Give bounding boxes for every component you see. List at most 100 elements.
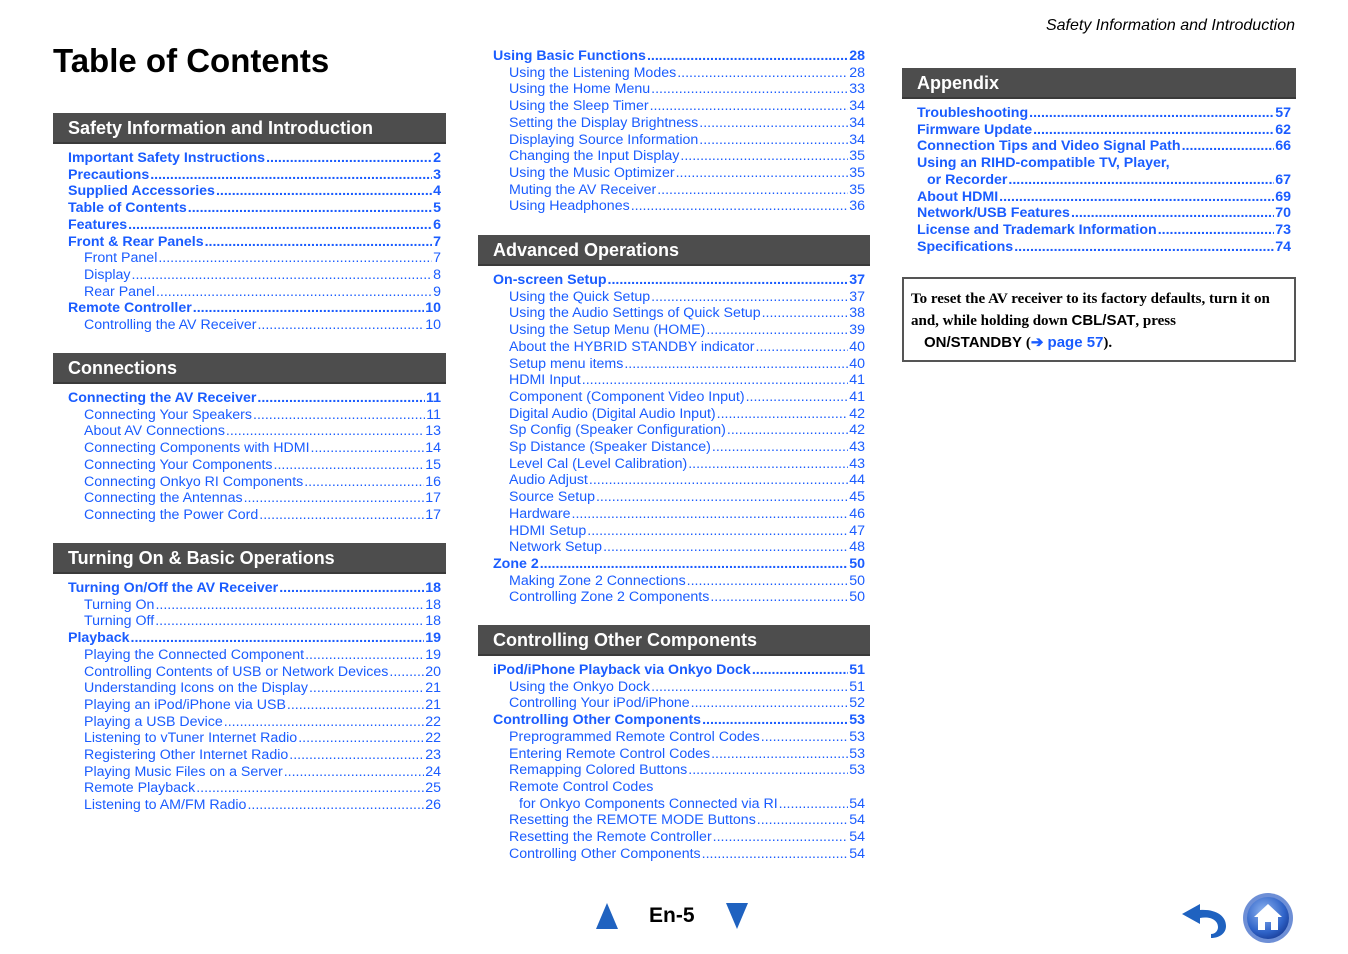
toc-entry[interactable]: Controlling the AV Receiver 10	[68, 317, 441, 334]
toc-entry[interactable]: Controlling Your iPod/iPhone 52	[493, 695, 865, 712]
triangle-up-icon[interactable]	[596, 903, 618, 929]
toc-entry[interactable]: Troubleshooting 57	[917, 105, 1291, 122]
toc-entry[interactable]: Connecting Your Speakers 11	[68, 407, 441, 424]
toc-entry[interactable]: Table of Contents 5	[68, 200, 441, 217]
toc-entry[interactable]: Connecting Your Components 15	[68, 457, 441, 474]
toc-entry[interactable]: Firmware Update 62	[917, 122, 1291, 139]
dot-leader	[304, 474, 424, 491]
toc-entry[interactable]: Precautions 3	[68, 167, 441, 184]
toc-entry[interactable]: Using the Onkyo Dock 51	[493, 679, 865, 696]
toc-entry[interactable]: Connecting the Antennas 17	[68, 490, 441, 507]
dot-leader	[752, 662, 848, 679]
toc-entry[interactable]: Muting the AV Receiver 35	[493, 182, 865, 199]
toc-entry[interactable]: Resetting the REMOTE MODE Buttons 54	[493, 812, 865, 829]
toc-entry[interactable]: Playing a USB Device 22	[68, 714, 441, 731]
toc-entry[interactable]: Hardware 46	[493, 506, 865, 523]
toc-entry[interactable]: Controlling Contents of USB or Network D…	[68, 664, 441, 681]
toc-entry[interactable]: Controlling Other Components 54	[493, 846, 865, 863]
toc-entry[interactable]: Using the Sleep Timer 34	[493, 98, 865, 115]
toc-entry[interactable]: Turning Off 18	[68, 613, 441, 630]
toc-entry[interactable]: Specifications 74	[917, 239, 1291, 256]
toc-entry[interactable]: iPod/iPhone Playback via Onkyo Dock 51	[493, 662, 865, 679]
toc-entry[interactable]: Playback 19	[68, 630, 441, 647]
toc-entry[interactable]: Using the Home Menu 33	[493, 81, 865, 98]
toc-entry[interactable]: Entering Remote Control Codes 53	[493, 746, 865, 763]
toc-entry[interactable]: Resetting the Remote Controller 54	[493, 829, 865, 846]
toc-entry-page: 74	[1275, 238, 1291, 255]
toc-entry[interactable]: About HDMI 69	[917, 189, 1291, 206]
toc-entry[interactable]: Supplied Accessories 4	[68, 183, 441, 200]
toc-entry[interactable]: Rear Panel 9	[68, 284, 441, 301]
toc-entry[interactable]: Using the Quick Setup 37	[493, 289, 865, 306]
toc-entry[interactable]: Component (Component Video Input) 41	[493, 389, 865, 406]
toc-entry-page: 54	[849, 812, 865, 829]
back-button[interactable]	[1180, 896, 1230, 938]
toc-entry[interactable]: Network/USB Features 70	[917, 205, 1291, 222]
dot-leader	[1033, 122, 1274, 139]
toc-entry[interactable]: Zone 2 50	[493, 556, 865, 573]
toc-entry-page: 22	[425, 713, 441, 730]
toc-entry[interactable]: Front Panel 7	[68, 250, 441, 267]
toc-entry[interactable]: Using an RIHD-compatible TV, Player,	[917, 155, 1291, 172]
toc-entry[interactable]: Making Zone 2 Connections 50	[493, 573, 865, 590]
triangle-down-icon[interactable]	[725, 903, 748, 929]
toc-entry[interactable]: Controlling Other Components 53	[493, 712, 865, 729]
toc-entry[interactable]: Setting the Display Brightness 34	[493, 115, 865, 132]
toc-entry[interactable]: Sp Config (Speaker Configuration) 42	[493, 422, 865, 439]
home-button[interactable]	[1242, 892, 1294, 944]
toc-entry[interactable]: Remote Control Codes	[493, 779, 865, 796]
toc-entry[interactable]: Network Setup 48	[493, 539, 865, 556]
toc-entry[interactable]: Setup menu items 40	[493, 356, 865, 373]
toc-entry[interactable]: On-screen Setup 37	[493, 272, 865, 289]
toc-entry[interactable]: Registering Other Internet Radio 23	[68, 747, 441, 764]
toc-entry[interactable]: License and Trademark Information 73	[917, 222, 1291, 239]
toc-entry[interactable]: Source Setup 45	[493, 489, 865, 506]
toc-entry[interactable]: Understanding Icons on the Display 21	[68, 680, 441, 697]
toc-entry[interactable]: Remapping Colored Buttons 53	[493, 762, 865, 779]
toc-entry[interactable]: HDMI Input 41	[493, 372, 865, 389]
toc-entry[interactable]: Connecting the AV Receiver 11	[68, 390, 441, 407]
toc-section-connections: Connections Connecting the AV Receiver 11…	[53, 353, 446, 524]
toc-entry-label: Playing the Connected Component	[84, 646, 305, 663]
toc-entry[interactable]: for Onkyo Components Connected via RI 54	[493, 796, 865, 813]
toc-entry[interactable]: Using the Setup Menu (HOME) 39	[493, 322, 865, 339]
toc-entry[interactable]: Displaying Source Information 34	[493, 132, 865, 149]
dot-leader	[582, 372, 848, 389]
toc-entry[interactable]: Using Basic Functions 28	[493, 48, 865, 65]
toc-entry[interactable]: Listening to vTuner Internet Radio 22	[68, 730, 441, 747]
toc-entry[interactable]: Controlling Zone 2 Components 50	[493, 589, 865, 606]
toc-entry[interactable]: Connection Tips and Video Signal Path 66	[917, 138, 1291, 155]
toc-entry[interactable]: Using the Listening Modes 28	[493, 65, 865, 82]
toc-entry[interactable]: or Recorder 67	[917, 172, 1291, 189]
toc-entry[interactable]: Changing the Input Display 35	[493, 148, 865, 165]
toc-entry[interactable]: Connecting Onkyo RI Components 16	[68, 474, 441, 491]
toc-entry[interactable]: Playing the Connected Component 19	[68, 647, 441, 664]
toc-entry[interactable]: Level Cal (Level Calibration) 43	[493, 456, 865, 473]
toc-entry[interactable]: Remote Playback 25	[68, 780, 441, 797]
toc-entry[interactable]: About AV Connections 13	[68, 423, 441, 440]
toc-entry[interactable]: Playing Music Files on a Server 24	[68, 764, 441, 781]
toc-entry[interactable]: HDMI Setup 47	[493, 523, 865, 540]
toc-list: iPod/iPhone Playback via Onkyo Dock51Usi…	[478, 662, 870, 862]
toc-entry[interactable]: Sp Distance (Speaker Distance) 43	[493, 439, 865, 456]
toc-entry[interactable]: Turning On/Off the AV Receiver 18	[68, 580, 441, 597]
toc-entry-page: 48	[849, 539, 865, 556]
page-link[interactable]: ➔ page 57	[1031, 334, 1104, 351]
toc-entry[interactable]: Turning On 18	[68, 597, 441, 614]
toc-entry[interactable]: Digital Audio (Digital Audio Input) 42	[493, 406, 865, 423]
toc-entry[interactable]: Important Safety Instructions 2	[68, 150, 441, 167]
toc-entry[interactable]: Listening to AM/FM Radio 26	[68, 797, 441, 814]
toc-entry[interactable]: About the HYBRID STANDBY indicator 40	[493, 339, 865, 356]
toc-entry[interactable]: Using the Audio Settings of Quick Setup 3…	[493, 305, 865, 322]
toc-entry[interactable]: Preprogrammed Remote Control Codes 53	[493, 729, 865, 746]
toc-entry[interactable]: Remote Controller 10	[68, 300, 441, 317]
toc-entry[interactable]: Connecting the Power Cord 17	[68, 507, 441, 524]
toc-entry[interactable]: Playing an iPod/iPhone via USB 21	[68, 697, 441, 714]
toc-entry[interactable]: Using Headphones 36	[493, 198, 865, 215]
toc-entry[interactable]: Connecting Components with HDMI 14	[68, 440, 441, 457]
toc-entry[interactable]: Front & Rear Panels 7	[68, 234, 441, 251]
toc-entry[interactable]: Display 8	[68, 267, 441, 284]
toc-entry[interactable]: Audio Adjust 44	[493, 472, 865, 489]
toc-entry[interactable]: Features 6	[68, 217, 441, 234]
toc-entry[interactable]: Using the Music Optimizer 35	[493, 165, 865, 182]
